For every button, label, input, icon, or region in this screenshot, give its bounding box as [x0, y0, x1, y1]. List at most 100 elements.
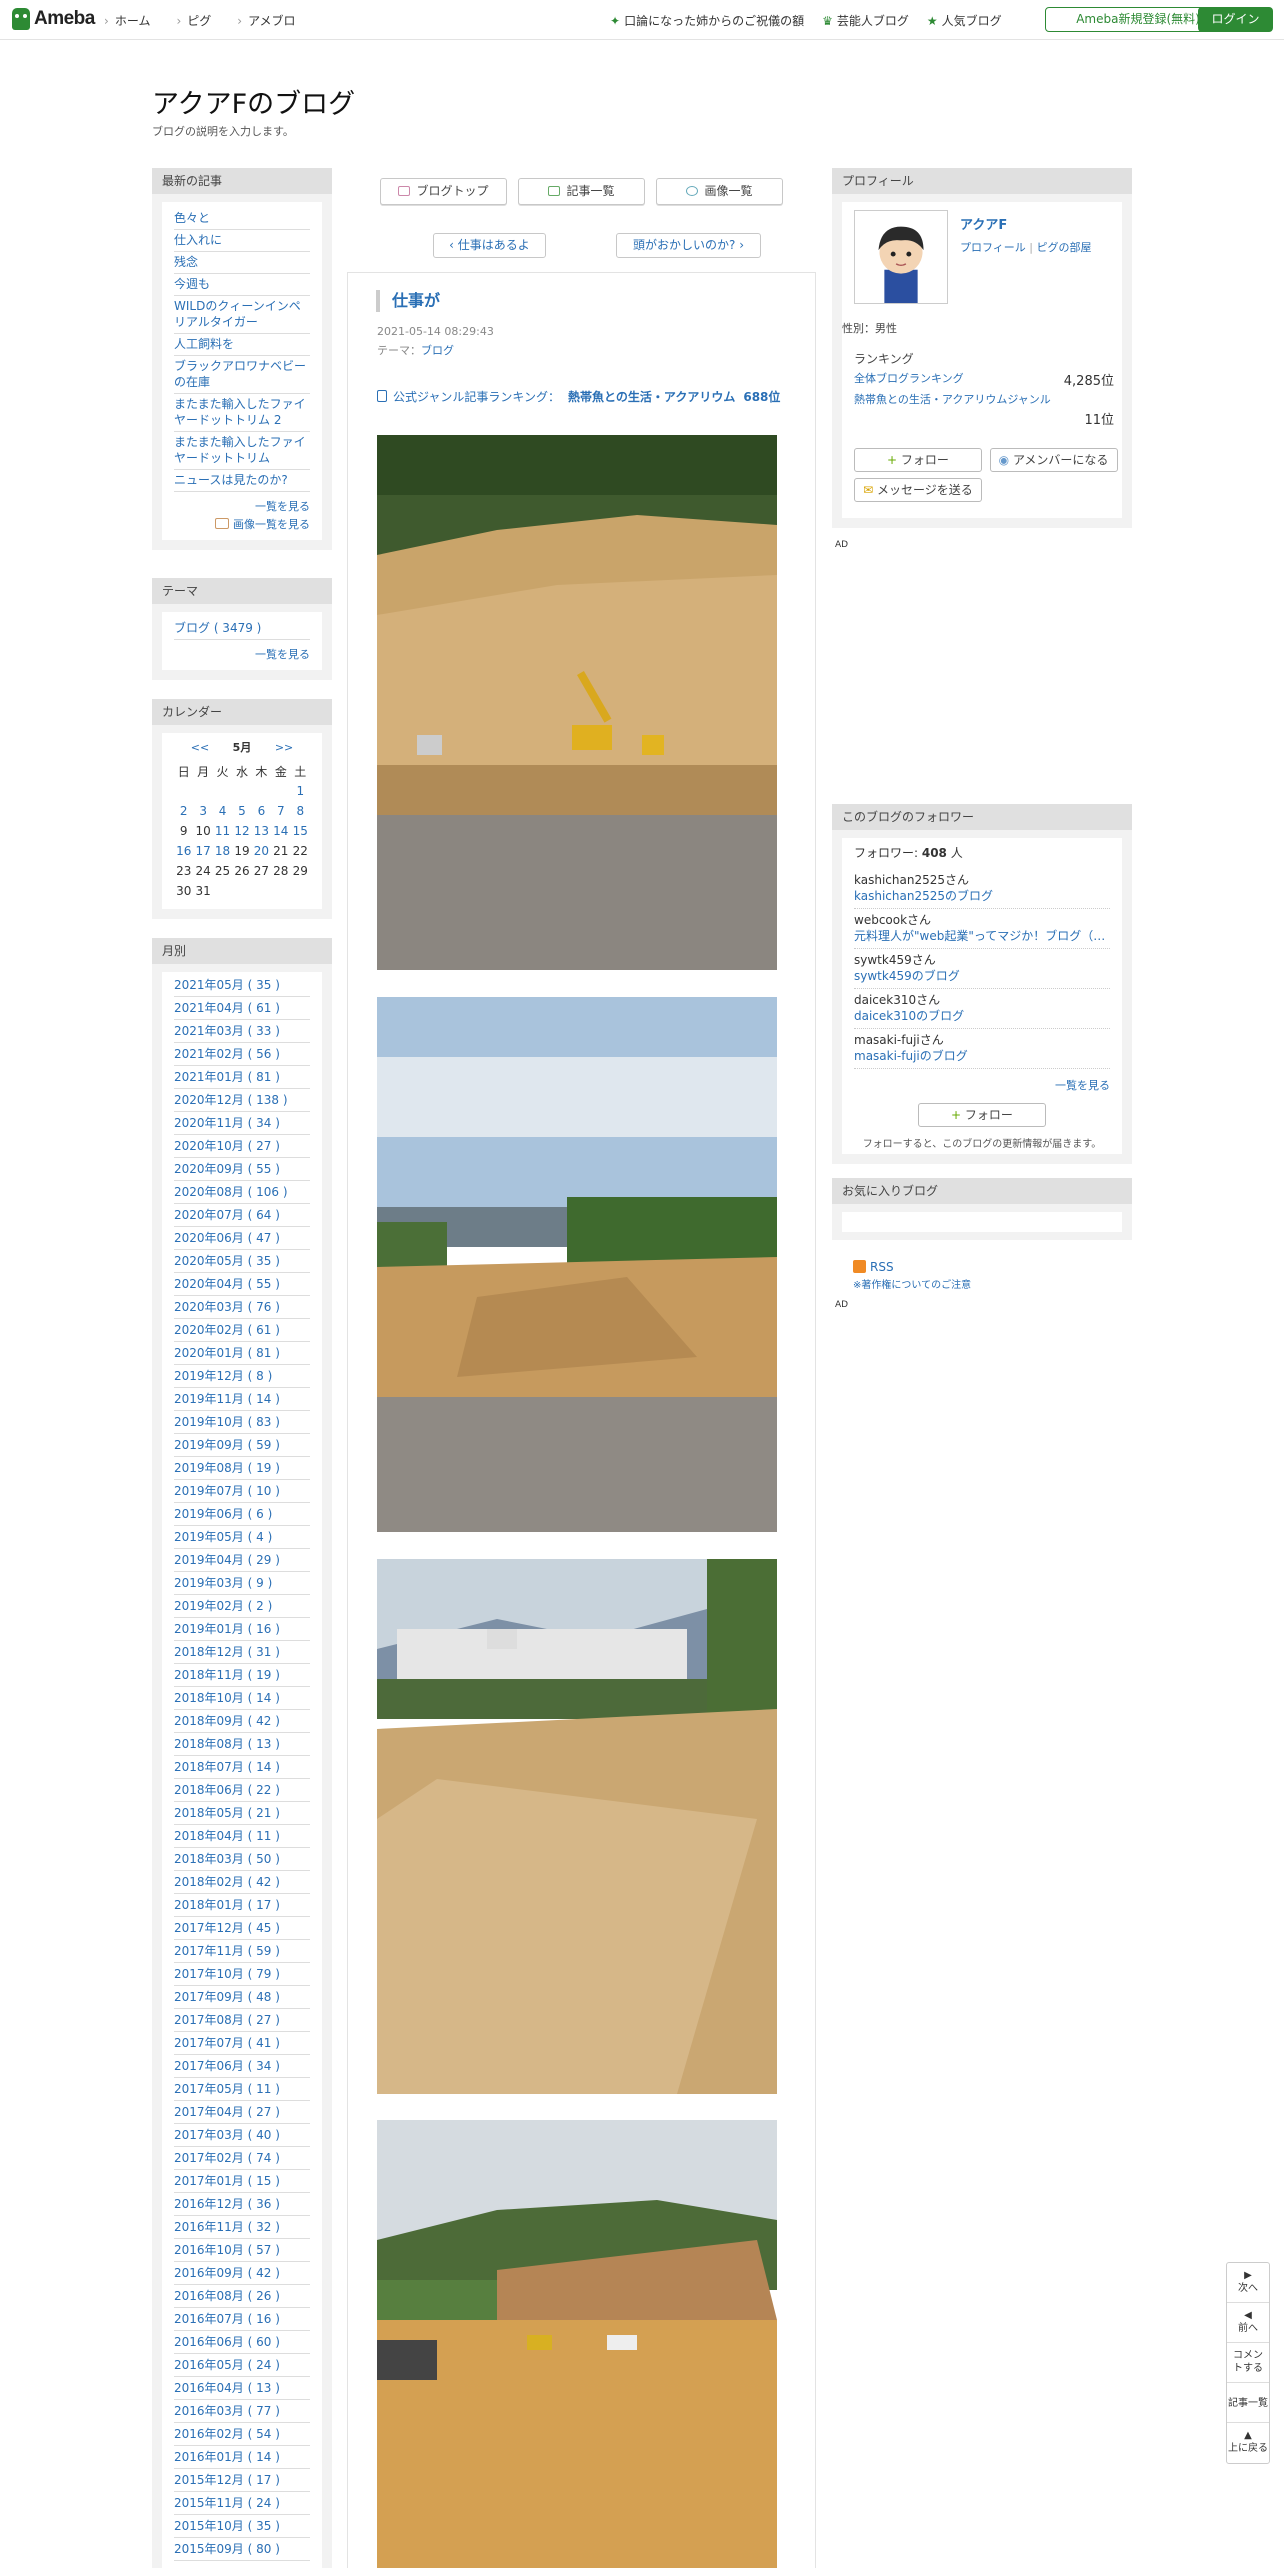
overall-ranking-link[interactable]: 全体ブログランキング — [854, 370, 964, 389]
calendar-next[interactable]: >> — [275, 741, 293, 754]
recent-entry-link[interactable]: またまた輸入したファイヤードットトリム — [174, 435, 306, 465]
login-button[interactable]: ログイン — [1198, 7, 1273, 32]
amember-button[interactable]: ◉ アメンバーになる — [989, 448, 1118, 472]
archive-month-link[interactable]: 2020年03月 ( 76 ) — [174, 1300, 280, 1314]
archive-month-link[interactable]: 2016年01月 ( 14 ) — [174, 2450, 280, 2464]
archive-month-link[interactable]: 2018年06月 ( 22 ) — [174, 1783, 280, 1797]
archive-month-link[interactable]: 2021年03月 ( 33 ) — [174, 1024, 280, 1038]
calendar-day[interactable]: 1 — [291, 781, 310, 801]
archive-month-link[interactable]: 2017年04月 ( 27 ) — [174, 2105, 280, 2119]
archive-month-link[interactable]: 2018年05月 ( 21 ) — [174, 1806, 280, 1820]
entry-photo[interactable] — [377, 1559, 777, 2094]
nav-celebrity[interactable]: ♛ 芸能人ブログ — [822, 12, 909, 29]
calendar-prev[interactable]: << — [191, 741, 209, 754]
archive-month-link[interactable]: 2018年01月 ( 17 ) — [174, 1898, 280, 1912]
next-button[interactable]: ▶ 次へ — [1227, 2263, 1269, 2303]
archive-month-link[interactable]: 2017年03月 ( 40 ) — [174, 2128, 280, 2142]
archive-month-link[interactable]: 2017年12月 ( 45 ) — [174, 1921, 280, 1935]
archive-month-link[interactable]: 2020年11月 ( 34 ) — [174, 1116, 280, 1130]
archive-month-link[interactable]: 2020年12月 ( 138 ) — [174, 1093, 288, 1107]
archive-month-link[interactable]: 2017年02月 ( 74 ) — [174, 2151, 280, 2165]
recent-entry-link[interactable]: 仕入れに — [174, 233, 222, 247]
calendar-day[interactable]: 14 — [271, 821, 290, 841]
archive-month-link[interactable]: 2016年08月 ( 26 ) — [174, 2289, 280, 2303]
calendar-day[interactable]: 8 — [291, 801, 310, 821]
archive-month-link[interactable]: 2019年02月 ( 2 ) — [174, 1599, 272, 1613]
follower-blog-link[interactable]: 元料理人が"web起業"ってマジか！ブログ（兵… — [854, 928, 1110, 944]
calendar-day[interactable]: 3 — [193, 801, 212, 821]
entry-theme-link[interactable]: ブログ — [421, 344, 454, 357]
entry-photo[interactable] — [377, 2120, 777, 2568]
calendar-day[interactable]: 13 — [252, 821, 271, 841]
archive-month-link[interactable]: 2015年09月 ( 80 ) — [174, 2542, 280, 2556]
archive-month-link[interactable]: 2020年10月 ( 27 ) — [174, 1139, 280, 1153]
archive-month-link[interactable]: 2018年07月 ( 14 ) — [174, 1760, 280, 1774]
archive-month-link[interactable]: 2016年05月 ( 24 ) — [174, 2358, 280, 2372]
archive-month-link[interactable]: 2019年07月 ( 10 ) — [174, 1484, 280, 1498]
archive-month-link[interactable]: 2021年05月 ( 35 ) — [174, 978, 280, 992]
archive-month-link[interactable]: 2017年11月 ( 59 ) — [174, 1944, 280, 1958]
archive-month-link[interactable]: 2019年04月 ( 29 ) — [174, 1553, 280, 1567]
calendar-day[interactable]: 11 — [213, 821, 232, 841]
archive-month-link[interactable]: 2018年11月 ( 19 ) — [174, 1668, 280, 1682]
calendar-day[interactable]: 6 — [252, 801, 271, 821]
follower-blog-link[interactable]: kashichan2525のブログ — [854, 888, 1110, 904]
pigg-room-link[interactable]: ピグの部屋 — [1036, 241, 1091, 254]
recent-entry-link[interactable]: またまた輸入したファイヤードットトリム 2 — [174, 397, 306, 427]
calendar-day[interactable]: 18 — [213, 841, 232, 861]
genre-ranking[interactable]: 公式ジャンル記事ランキング： 熱帯魚との生活・アクアリウム 688位 — [377, 388, 780, 405]
follower-name[interactable]: masaki-fujiさん — [854, 1032, 1110, 1048]
archive-month-link[interactable]: 2019年12月 ( 8 ) — [174, 1369, 272, 1383]
prev-entry-button[interactable]: ‹ 仕事はあるよ — [433, 233, 546, 258]
archive-month-link[interactable]: 2019年08月 ( 19 ) — [174, 1461, 280, 1475]
archive-month-link[interactable]: 2019年01月 ( 16 ) — [174, 1622, 280, 1636]
nav-pigg[interactable]: ピグ — [176, 12, 211, 29]
recent-entry-link[interactable]: ニュースは見たのか? — [174, 473, 288, 487]
archive-month-link[interactable]: 2017年05月 ( 11 ) — [174, 2082, 280, 2096]
recent-more-link[interactable]: 一覧を見る — [255, 500, 310, 513]
archive-month-link[interactable]: 2021年04月 ( 61 ) — [174, 1001, 280, 1015]
archive-month-link[interactable]: 2019年03月 ( 9 ) — [174, 1576, 272, 1590]
avatar[interactable] — [854, 210, 948, 304]
archive-month-link[interactable]: 2019年11月 ( 14 ) — [174, 1392, 280, 1406]
blog-title[interactable]: アクアFのブログ — [152, 82, 355, 121]
ameba-logo[interactable]: Ameba — [12, 8, 95, 30]
archive-month-link[interactable]: 2016年06月 ( 60 ) — [174, 2335, 280, 2349]
recent-entry-link[interactable]: 今週も — [174, 277, 210, 291]
follower-name[interactable]: kashichan2525さん — [854, 872, 1110, 888]
archive-month-link[interactable]: 2020年07月 ( 64 ) — [174, 1208, 280, 1222]
archive-month-link[interactable]: 2020年06月 ( 47 ) — [174, 1231, 280, 1245]
copyright-link[interactable]: ※著作権についてのご注意 — [853, 1280, 971, 1291]
entry-photo[interactable] — [377, 435, 777, 970]
nav-popular[interactable]: ★ 人気ブログ — [927, 12, 1002, 29]
archive-month-link[interactable]: 2018年12月 ( 31 ) — [174, 1645, 280, 1659]
next-entry-button[interactable]: 頭がおかしいのか? › — [616, 233, 761, 258]
profile-link[interactable]: プロフィール — [960, 241, 1026, 254]
archive-month-link[interactable]: 2016年09月 ( 42 ) — [174, 2266, 280, 2280]
calendar-day[interactable]: 2 — [174, 801, 193, 821]
archive-month-link[interactable]: 2019年05月 ( 4 ) — [174, 1530, 272, 1544]
archive-month-link[interactable]: 2019年09月 ( 59 ) — [174, 1438, 280, 1452]
recent-entry-link[interactable]: ブラックアロワナベビーの在庫 — [174, 359, 306, 389]
archive-month-link[interactable]: 2021年02月 ( 56 ) — [174, 1047, 280, 1061]
archive-month-link[interactable]: 2015年11月 ( 24 ) — [174, 2496, 280, 2510]
calendar-day[interactable]: 7 — [271, 801, 290, 821]
comment-button[interactable]: コメントする — [1227, 2343, 1269, 2383]
archive-month-link[interactable]: 2016年10月 ( 57 ) — [174, 2243, 280, 2257]
message-button[interactable]: ✉ メッセージを送る — [854, 478, 982, 502]
entry-photo[interactable] — [377, 997, 777, 1532]
archive-month-link[interactable]: 2016年04月 ( 13 ) — [174, 2381, 280, 2395]
archive-month-link[interactable]: 2020年01月 ( 81 ) — [174, 1346, 280, 1360]
recent-entry-link[interactable]: 人工飼料を — [174, 337, 234, 351]
archive-month-link[interactable]: 2015年10月 ( 35 ) — [174, 2519, 280, 2533]
archive-month-link[interactable]: 2018年08月 ( 13 ) — [174, 1737, 280, 1751]
tab-blog-top[interactable]: ブログトップ — [380, 178, 507, 205]
archive-month-link[interactable]: 2016年03月 ( 77 ) — [174, 2404, 280, 2418]
follower-blog-link[interactable]: masaki-fujiのブログ — [854, 1048, 1110, 1064]
archive-month-link[interactable]: 2017年01月 ( 15 ) — [174, 2174, 280, 2188]
archive-month-link[interactable]: 2021年01月 ( 81 ) — [174, 1070, 280, 1084]
archive-month-link[interactable]: 2018年04月 ( 11 ) — [174, 1829, 280, 1843]
archive-month-link[interactable]: 2017年10月 ( 79 ) — [174, 1967, 280, 1981]
archive-month-link[interactable]: 2017年08月 ( 27 ) — [174, 2013, 280, 2027]
followers-more-link[interactable]: 一覧を見る — [1055, 1079, 1110, 1092]
